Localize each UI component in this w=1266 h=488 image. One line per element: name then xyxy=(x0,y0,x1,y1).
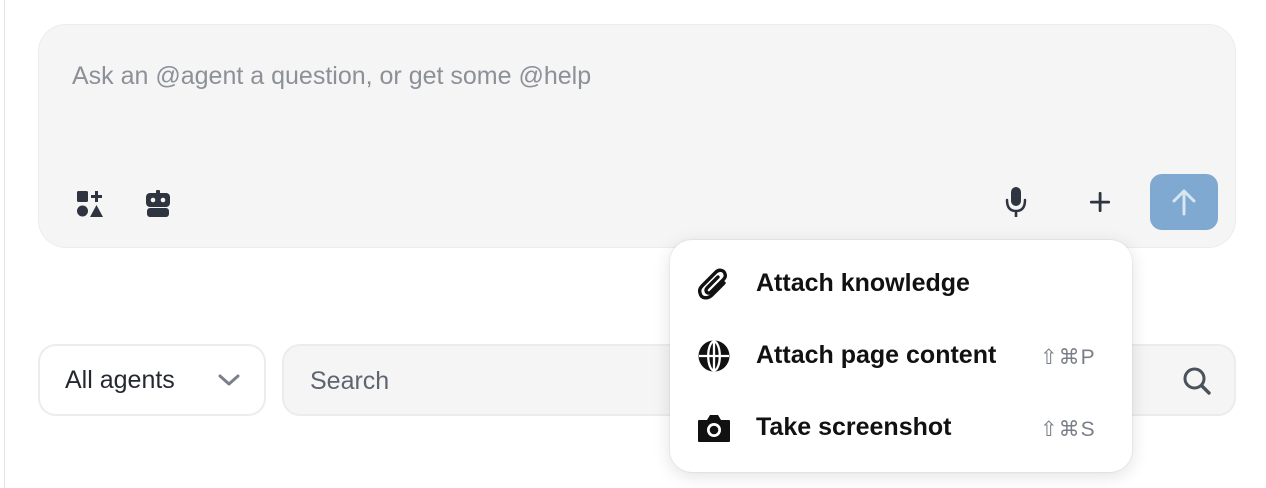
menu-item-label: Take screenshot xyxy=(756,413,952,441)
page-edge-divider xyxy=(4,0,5,488)
microphone-button[interactable] xyxy=(996,182,1036,222)
shortcut-hint: ⇧⌘S xyxy=(1040,418,1096,441)
menu-item-attach-page-content[interactable]: Attach page content ⇧⌘P xyxy=(670,323,1132,389)
shortcut-hint: ⇧⌘P xyxy=(1040,346,1096,369)
attach-menu: Attach knowledge Attach page content ⇧⌘P… xyxy=(670,240,1132,472)
plus-icon xyxy=(1090,192,1110,212)
menu-item-label: Attach knowledge xyxy=(756,269,970,297)
tools-shapes-icon xyxy=(77,191,103,217)
arrow-up-icon xyxy=(1172,189,1196,216)
camera-icon xyxy=(696,410,732,446)
microphone-icon xyxy=(1005,187,1027,217)
menu-item-label: Attach page content xyxy=(756,341,997,369)
attach-plus-button[interactable] xyxy=(1080,182,1120,222)
tools-button[interactable] xyxy=(70,184,110,224)
agent-filter-label: All agents xyxy=(65,365,175,394)
globe-icon xyxy=(696,338,732,374)
menu-item-take-screenshot[interactable]: Take screenshot ⇧⌘S xyxy=(670,395,1132,461)
chevron-down-icon xyxy=(216,370,242,390)
paperclip-icon xyxy=(696,266,732,302)
send-button[interactable] xyxy=(1150,174,1218,230)
menu-item-attach-knowledge[interactable]: Attach knowledge xyxy=(670,251,1132,317)
agent-filter-select[interactable]: All agents xyxy=(38,344,266,416)
composer-input[interactable] xyxy=(72,54,1172,98)
search-icon[interactable] xyxy=(1180,364,1214,398)
robot-icon xyxy=(146,190,170,217)
agent-button[interactable] xyxy=(138,184,178,224)
